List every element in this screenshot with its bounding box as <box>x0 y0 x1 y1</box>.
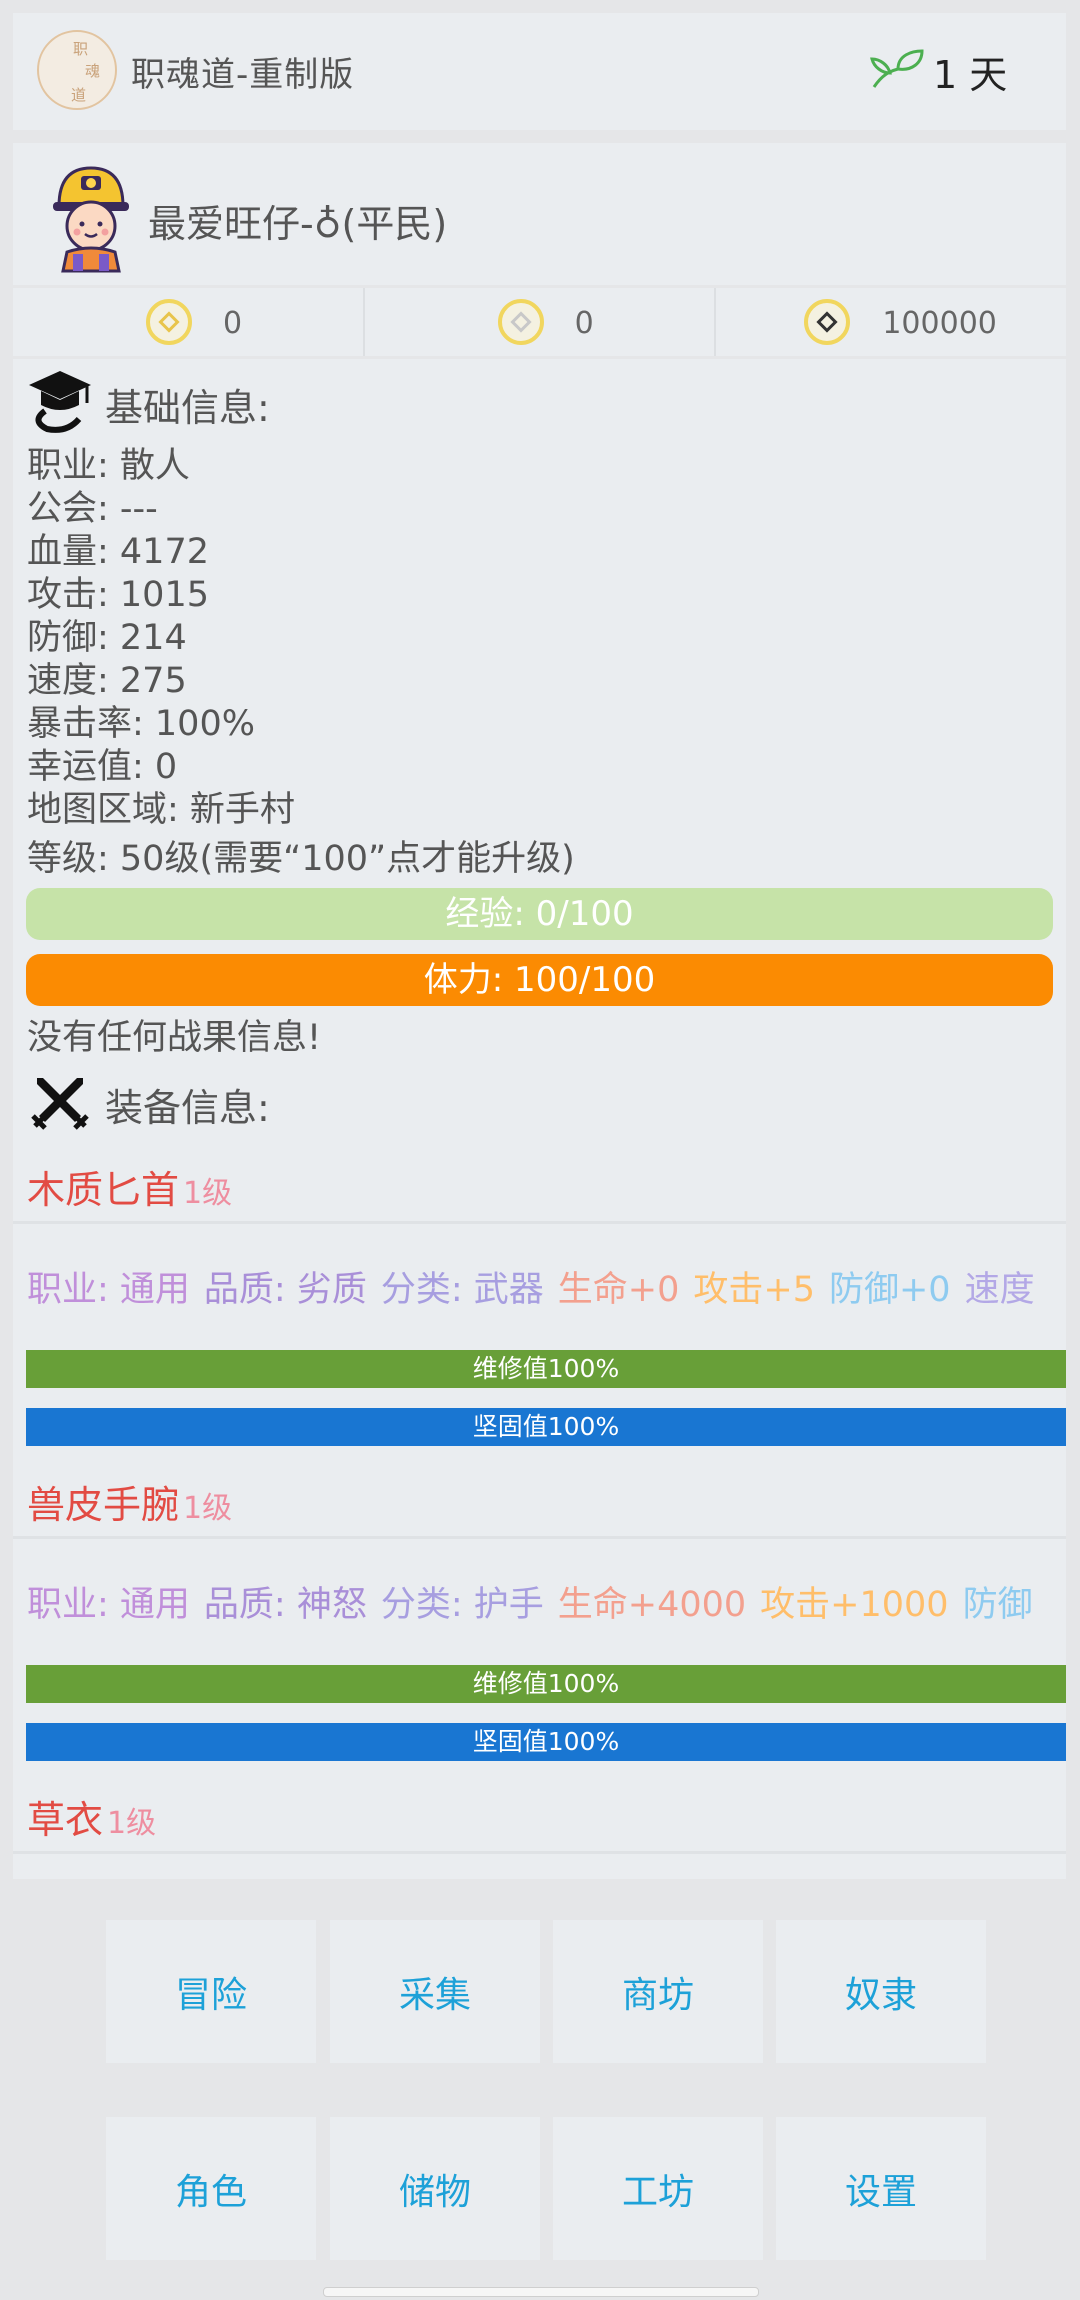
currency-value: 0 <box>223 306 243 341</box>
nav-adventure-button[interactable]: 冒险 <box>106 1920 316 2063</box>
crossed-swords-icon <box>29 1070 91 1136</box>
nav-workshop-button[interactable]: 工坊 <box>553 2117 763 2260</box>
item-level: 1级 <box>183 1491 233 1526</box>
stat-map-area: 地图区域: 新手村 <box>27 790 295 830</box>
currency-value: 100000 <box>882 306 997 341</box>
equipment-item-name[interactable]: 木质匕首 1级 <box>27 1159 232 1214</box>
attr-defense: 防御+0 <box>828 1270 951 1310</box>
scholar-hat-icon <box>25 363 95 437</box>
attr-class: 职业: 通用 <box>27 1270 190 1310</box>
stat-level: 等级: 50级(需要“100”点才能升级) <box>27 839 575 879</box>
divider <box>13 1536 1066 1539</box>
item-name-text: 草衣 <box>27 1798 104 1842</box>
item-name-text: 木质匕首 <box>27 1168 180 1212</box>
attr-category: 分类: 武器 <box>380 1270 544 1310</box>
basic-info-title: 基础信息: <box>105 386 270 430</box>
attr-defense: 防御 <box>962 1585 1033 1625</box>
equipment-item-name[interactable]: 草衣 1级 <box>27 1789 156 1844</box>
item-attributes: 职业: 通用 品质: 神怒 分类: 护手 生命+4000 攻击+1000 防御 <box>27 1576 1066 1627</box>
repair-bar: 维修值100% <box>26 1350 1066 1388</box>
stat-hp: 血量: 4172 <box>27 532 209 572</box>
currency-silver: 0 <box>365 288 717 356</box>
miner-avatar-icon[interactable] <box>41 158 141 273</box>
currency-gold: 0 <box>13 288 365 356</box>
battle-message: 没有任何战果信息! <box>27 1018 322 1058</box>
currency-bar: 0 0 100000 <box>13 288 1066 356</box>
silver-coin-icon <box>497 299 544 345</box>
nav-storage-button[interactable]: 储物 <box>330 2117 540 2260</box>
attr-attack: 攻击+5 <box>693 1270 815 1310</box>
attr-hp: 生命+4000 <box>557 1585 747 1625</box>
stat-luck: 幸运值: 0 <box>27 747 178 787</box>
attr-category: 分类: 护手 <box>380 1585 544 1625</box>
nav-slaves-button[interactable]: 奴隶 <box>776 1920 986 2063</box>
home-indicator[interactable] <box>323 2287 759 2297</box>
logo-char: 道 <box>71 86 87 104</box>
currency-black: 100000 <box>716 288 1066 356</box>
app-header: 职 魂 道 职魂道-重制版 1 天 <box>13 13 1066 130</box>
stat-crit-rate: 暴击率: 100% <box>27 704 255 744</box>
stat-attack: 攻击: 1015 <box>27 575 209 615</box>
attr-hp: 生命+0 <box>557 1270 680 1310</box>
app-title: 职魂道-重制版 <box>131 55 355 95</box>
profile-card: 最爱旺仔-♁(平民) <box>13 143 1066 285</box>
gold-coin-icon <box>146 299 192 345</box>
character-info: 基础信息: 职业: 散人 公会: --- 血量: 4172 攻击: 1015 防… <box>13 359 1066 1879</box>
attr-quality: 品质: 劣质 <box>203 1270 367 1310</box>
item-level: 1级 <box>107 1806 157 1841</box>
logo-char: 职 <box>73 40 89 58</box>
stat-guild: 公会: --- <box>27 489 158 529</box>
divider <box>13 1851 1066 1854</box>
durability-bar: 坚固值100% <box>26 1723 1066 1761</box>
exp-bar: 经验: 0/100 <box>26 888 1053 940</box>
black-coin-icon <box>804 299 851 345</box>
app-logo: 职 魂 道 <box>37 30 117 110</box>
durability-bar: 坚固值100% <box>26 1408 1066 1446</box>
currency-value: 0 <box>574 306 594 341</box>
attr-speed: 速度 <box>964 1270 1035 1310</box>
stat-speed: 速度: 275 <box>27 661 187 701</box>
nav-gather-button[interactable]: 采集 <box>330 1920 540 2063</box>
leaf-icon <box>868 47 926 95</box>
stat-defense: 防御: 214 <box>27 618 187 658</box>
nav-settings-button[interactable]: 设置 <box>776 2117 986 2260</box>
repair-bar: 维修值100% <box>26 1665 1066 1703</box>
player-name: 最爱旺仔-♁(平民) <box>148 202 448 246</box>
day-counter: 1 天 <box>933 53 1008 97</box>
equipment-item-name[interactable]: 兽皮手腕 1级 <box>27 1474 232 1529</box>
stat-class: 职业: 散人 <box>27 446 190 486</box>
divider <box>13 1221 1066 1224</box>
item-name-text: 兽皮手腕 <box>27 1483 180 1527</box>
nav-character-button[interactable]: 角色 <box>106 2117 316 2260</box>
item-attributes: 职业: 通用 品质: 劣质 分类: 武器 生命+0 攻击+5 防御+0 速度 <box>27 1261 1066 1312</box>
item-level: 1级 <box>183 1176 233 1211</box>
attr-attack: 攻击+1000 <box>760 1585 949 1625</box>
attr-quality: 品质: 神怒 <box>203 1585 367 1625</box>
logo-char: 魂 <box>85 62 101 80</box>
nav-shop-button[interactable]: 商坊 <box>553 1920 763 2063</box>
equipment-title: 装备信息: <box>105 1086 270 1130</box>
stamina-bar: 体力: 100/100 <box>26 954 1053 1006</box>
attr-class: 职业: 通用 <box>27 1585 190 1625</box>
